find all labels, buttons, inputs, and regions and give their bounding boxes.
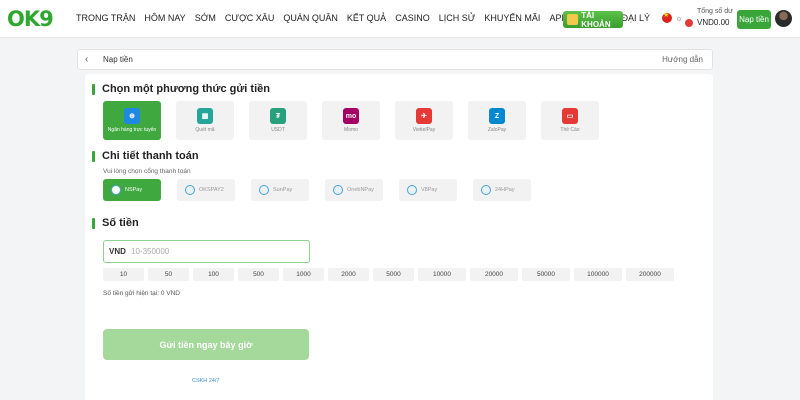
nav-item-quan-quan[interactable]: QUÁN QUÂN bbox=[283, 13, 338, 23]
account-button-label: TÀI KHOẢN bbox=[581, 10, 611, 29]
gateway-label: SunPay bbox=[273, 187, 293, 193]
amount-section-title: Số tiền bbox=[92, 217, 139, 229]
back-chevron-icon[interactable]: ‹ bbox=[85, 54, 88, 65]
gateway-okspay2[interactable]: OKSPAY2 bbox=[177, 179, 235, 201]
amount-chip-50[interactable]: 50 bbox=[148, 268, 189, 281]
avatar[interactable] bbox=[775, 10, 792, 27]
globe-icon bbox=[185, 185, 195, 195]
globe-icon bbox=[481, 185, 491, 195]
page-title: Nạp tiền bbox=[103, 55, 133, 64]
top-header: OK9 TRONG TRẬN HÔM NAY SỚM CƯỢC XÂU QUÁN QUÂ… bbox=[0, 0, 800, 38]
breadcrumb: ‹ Nạp tiền Hướng dẫn bbox=[77, 49, 713, 70]
nav-item-trong-tran[interactable]: TRONG TRẬN bbox=[76, 13, 135, 23]
gateway-v8pay[interactable]: V8Pay bbox=[399, 179, 457, 201]
globe-icon bbox=[407, 185, 417, 195]
amount-chip-50000[interactable]: 50000 bbox=[522, 268, 570, 281]
amount-input[interactable] bbox=[131, 247, 291, 256]
method-label: Quét mã bbox=[195, 127, 215, 133]
nav-item-casino[interactable]: CASINO bbox=[395, 13, 430, 23]
gateway-label: V8Pay bbox=[421, 187, 438, 193]
card-icon: ▭ bbox=[562, 108, 578, 124]
method-label: ViettelPay bbox=[412, 127, 436, 133]
method-label: ZaloPay bbox=[487, 127, 507, 133]
globe-icon bbox=[111, 185, 121, 195]
amount-chip-2000[interactable]: 2000 bbox=[328, 268, 369, 281]
amount-chip-10[interactable]: 10 bbox=[103, 268, 144, 281]
account-button[interactable]: TÀI KHOẢN bbox=[563, 10, 623, 29]
quick-amount-chips: 10 50 100 500 1000 2000 5000 10000 20000 50000 100… bbox=[103, 268, 674, 281]
amount-chip-200000[interactable]: 200000 bbox=[626, 268, 674, 281]
nav-item-dai-ly[interactable]: ĐẠI LÝ bbox=[622, 13, 651, 23]
balance-label: Tổng số dư bbox=[697, 8, 733, 15]
gateway-label: OnebNPay bbox=[347, 187, 374, 193]
nav-item-hom-nay[interactable]: HÔM NAY bbox=[144, 13, 185, 23]
method-viettelpay[interactable]: ✈ ViettelPay bbox=[395, 101, 453, 140]
globe-icon: ⊕ bbox=[124, 108, 140, 124]
submit-deposit-button[interactable]: Gửi tiền ngay bây giờ bbox=[103, 329, 309, 360]
method-the-cao[interactable]: ▭ Thẻ Cào bbox=[541, 101, 599, 140]
payment-section-title: Chi tiết thanh toán bbox=[92, 150, 199, 162]
gateway-label: OKSPAY2 bbox=[199, 187, 224, 193]
method-zalopay[interactable]: Z ZaloPay bbox=[468, 101, 526, 140]
ok9-logo[interactable]: OK9 bbox=[7, 7, 54, 31]
method-label: Ngân hàng trực tuyến bbox=[107, 127, 157, 133]
amount-chip-1000[interactable]: 1000 bbox=[283, 268, 324, 281]
amount-chip-500[interactable]: 500 bbox=[238, 268, 279, 281]
qr-icon: ▦ bbox=[197, 108, 213, 124]
logo-text: OK9 bbox=[7, 7, 54, 31]
globe-icon bbox=[259, 185, 269, 195]
header-deposit-button[interactable]: Nạp tiền bbox=[737, 10, 771, 29]
method-quet-ma[interactable]: ▦ Quét mã bbox=[176, 101, 234, 140]
amount-chip-10000[interactable]: 10000 bbox=[418, 268, 466, 281]
gateway-label: 24HPay bbox=[495, 187, 515, 193]
method-label: Momo bbox=[344, 127, 358, 133]
gateway-onebnpay[interactable]: OnebNPay bbox=[325, 179, 383, 201]
amount-chip-100000[interactable]: 100000 bbox=[574, 268, 622, 281]
momo-icon: mo bbox=[343, 108, 359, 124]
method-usdt[interactable]: ₮ USDT bbox=[249, 101, 307, 140]
nav-item-lich-su[interactable]: LỊCH SỬ bbox=[439, 13, 476, 23]
vietnam-flag-icon[interactable] bbox=[662, 11, 672, 23]
amount-chip-20000[interactable]: 20000 bbox=[470, 268, 518, 281]
currency-label: VND bbox=[109, 247, 126, 256]
gateway-sunpay[interactable]: SunPay bbox=[251, 179, 309, 201]
viettelpay-icon: ✈ bbox=[416, 108, 432, 124]
method-label: Thẻ Cào bbox=[560, 127, 580, 133]
gateway-24hpay[interactable]: 24HPay bbox=[473, 179, 531, 201]
gateway-list: NSPay OKSPAY2 SunPay OnebNPay V8Pay 24HPay bbox=[103, 179, 531, 201]
tether-icon: ₮ bbox=[270, 108, 286, 124]
toggle-dot-icon[interactable] bbox=[677, 17, 681, 21]
guide-link[interactable]: Hướng dẫn bbox=[662, 55, 703, 64]
nav-item-khuyen-mai[interactable]: KHUYẾN MÃI bbox=[484, 13, 540, 23]
nav-item-som[interactable]: SỚM bbox=[195, 13, 216, 23]
nav-item-cuoc-xau[interactable]: CƯỢC XÂU bbox=[225, 13, 274, 23]
amount-field: VND bbox=[103, 240, 310, 263]
nav-item-ket-qua[interactable]: KẾT QUẢ bbox=[347, 13, 386, 23]
method-ngan-hang-truc-tuyen[interactable]: ⊕ Ngân hàng trực tuyến bbox=[103, 101, 161, 140]
method-label: USDT bbox=[271, 127, 285, 133]
amount-chip-100[interactable]: 100 bbox=[193, 268, 234, 281]
gateway-nspay[interactable]: NSPay bbox=[103, 179, 161, 201]
method-momo[interactable]: mo Momo bbox=[322, 101, 380, 140]
coin-icon bbox=[685, 19, 693, 27]
balance-value: VND0.00 bbox=[697, 18, 730, 27]
gateway-note: Vui lòng chọn cổng thanh toán bbox=[103, 168, 191, 175]
current-amount-text: Số tiền gửi hiện tại: 0 VND bbox=[103, 290, 180, 297]
gateway-label: NSPay bbox=[125, 187, 143, 193]
zalopay-icon: Z bbox=[489, 108, 505, 124]
method-section-title: Chọn một phương thức gửi tiền bbox=[92, 83, 270, 95]
wallet-icon bbox=[567, 14, 579, 25]
amount-chip-5000[interactable]: 5000 bbox=[373, 268, 414, 281]
globe-icon bbox=[333, 185, 343, 195]
method-list: ⊕ Ngân hàng trực tuyến ▦ Quét mã ₮ USDT mo Momo… bbox=[103, 101, 599, 140]
support-link[interactable]: CSKH 24/7 bbox=[192, 378, 220, 384]
